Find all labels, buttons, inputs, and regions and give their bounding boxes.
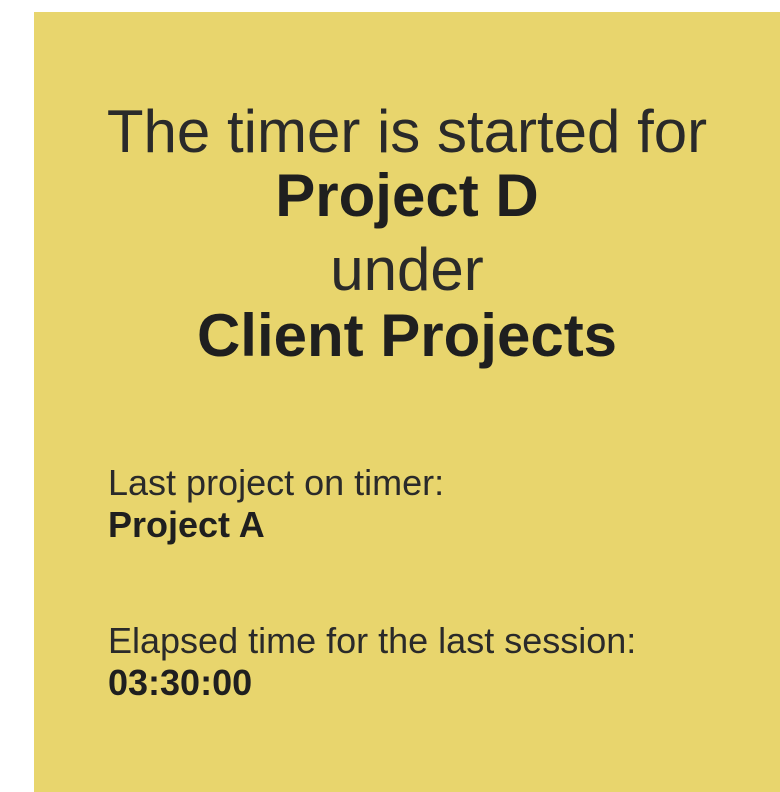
last-project-block: Last project on timer: Project A xyxy=(108,462,748,546)
elapsed-time-block: Elapsed time for the last session: 03:30… xyxy=(108,620,748,704)
timer-started-message: The timer is started for Project D under… xyxy=(34,100,780,378)
current-project-name: Project D xyxy=(275,162,539,229)
elapsed-time-label: Elapsed time for the last session: xyxy=(108,620,637,661)
current-client-name: Client Projects xyxy=(196,302,618,369)
last-session-info: Last project on timer: Project A Elapsed… xyxy=(108,462,748,704)
last-project-value: Project A xyxy=(108,504,265,545)
timer-status-card: The timer is started for Project D under… xyxy=(34,12,780,792)
last-project-label: Last project on timer: xyxy=(108,462,445,503)
headline-connector: under xyxy=(330,236,484,303)
elapsed-time-value: 03:30:00 xyxy=(108,662,253,703)
headline-prefix: The timer is started for xyxy=(106,98,708,165)
